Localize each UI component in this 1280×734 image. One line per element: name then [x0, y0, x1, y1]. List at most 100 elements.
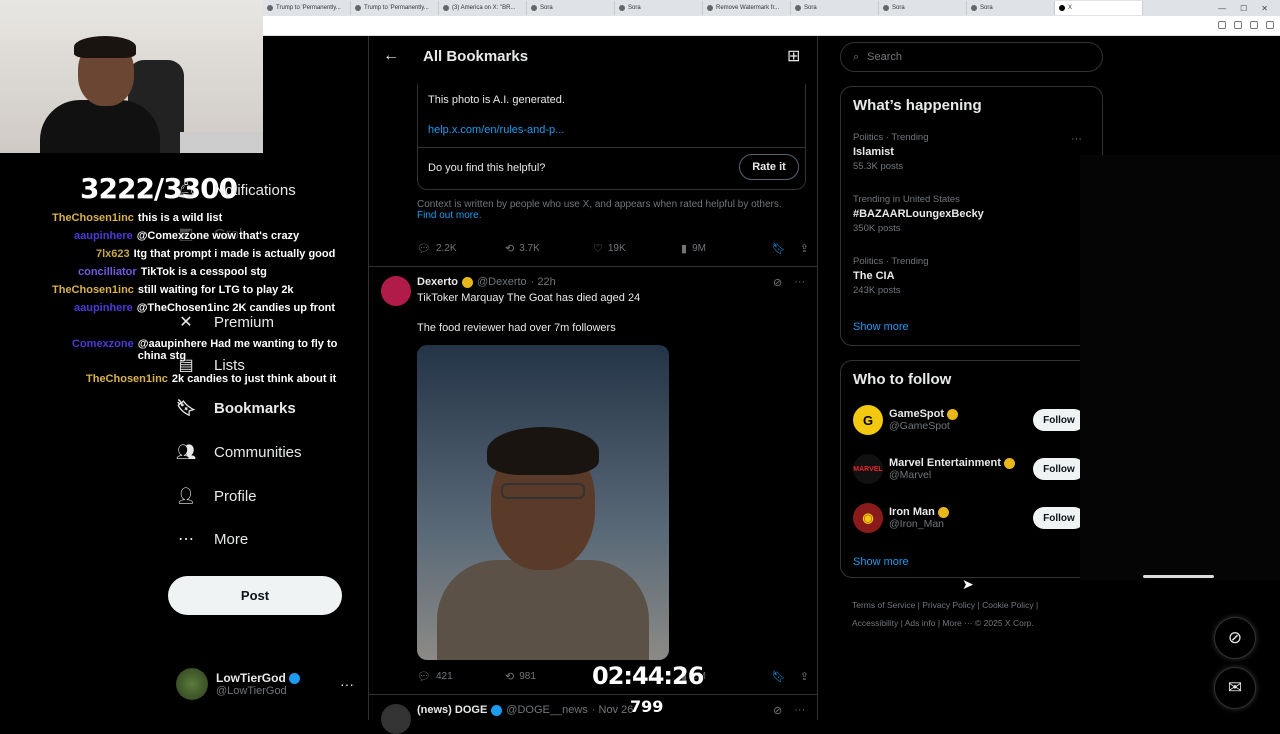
footer-link[interactable]: More ··· [942, 618, 972, 628]
trend-meta: Politics · Trending [853, 256, 929, 267]
panel-title: Who to follow [853, 371, 952, 388]
browser-tab[interactable]: Sora [615, 1, 703, 15]
nav-profile[interactable]: 👤︎ Profile [176, 486, 257, 506]
address-bar[interactable] [263, 16, 1280, 36]
post-button[interactable]: Post [168, 576, 342, 615]
chat-message: aaupinhere @Comexzone wow that's crazy [74, 230, 300, 242]
messages-floating-button[interactable]: ✉ [1214, 667, 1256, 709]
account-more-icon[interactable]: ··· [340, 676, 354, 692]
trend-count: 55.3K posts [853, 161, 904, 172]
follow-button[interactable]: Follow [1033, 458, 1085, 480]
show-more-link[interactable]: Show more [853, 556, 909, 568]
views-button[interactable]: ▮ 9M [681, 242, 769, 255]
nav-more[interactable]: ⋯ More [176, 529, 248, 549]
avatar[interactable] [381, 704, 411, 734]
new-folder-icon[interactable]: ⊞ [787, 46, 800, 66]
browser-tab-active[interactable]: X [1055, 1, 1143, 15]
tweet-header: Dexerto @Dexerto · 22h [417, 276, 556, 288]
tweet-time[interactable]: · 22h [531, 276, 556, 288]
context-text: Context is written by people who use X, … [417, 199, 782, 210]
grok-floating-button[interactable]: ⊘ [1214, 617, 1256, 659]
show-more-link[interactable]: Show more [853, 321, 909, 333]
browser-tab[interactable]: Remove Watermark fr... [703, 1, 791, 15]
close-icon[interactable]: ✕ [1261, 4, 1268, 13]
envelope-icon: ✉ [1227, 678, 1243, 697]
reply-button[interactable]: 💬︎ 421 [417, 670, 505, 683]
main-column: ← All Bookmarks ⊞ This photo is A.I. gen… [368, 36, 818, 734]
follow-name-row: Iron Man [889, 506, 949, 518]
follow-name: Iron Man [889, 506, 935, 518]
maximize-icon[interactable]: ☐ [1240, 4, 1247, 13]
footer-link[interactable]: Terms of Service [852, 600, 915, 610]
trend-count: 243K posts [853, 285, 901, 296]
note-link[interactable]: help.x.com/en/rules-and-p... [428, 124, 564, 136]
avatar[interactable] [381, 276, 411, 306]
trend-item[interactable]: Politics · Trending The CIA 243K posts [853, 256, 1093, 296]
extension-icon[interactable] [1218, 21, 1226, 29]
browser-tab[interactable]: Sora [527, 1, 615, 15]
repost-button[interactable]: ⟲ 3.7K [505, 242, 593, 255]
bookmark-star-icon[interactable] [1234, 21, 1242, 29]
x-logo-icon [1059, 5, 1065, 11]
browser-tab[interactable]: Trump to 'Permanently... [351, 1, 439, 15]
trend-item[interactable]: Trending in United States #BAZAARLoungex… [853, 194, 1093, 234]
tweet-author-handle[interactable]: @DOGE__news [506, 704, 587, 716]
back-arrow-icon[interactable]: ← [383, 47, 399, 65]
avatar [176, 668, 208, 700]
search-input[interactable] [867, 51, 1088, 63]
account-switcher[interactable]: LowTierGod @LowTierGod [176, 668, 301, 700]
more-options-icon[interactable]: ··· [794, 276, 805, 289]
share-icon[interactable]: ⇪ [800, 670, 809, 683]
share-icon[interactable]: ⇪ [800, 242, 809, 255]
tab-favicon-icon [707, 5, 713, 11]
bookmark-filled-icon[interactable]: 🔖︎ [772, 670, 786, 683]
nav-communities[interactable]: 👥︎ Communities [176, 442, 302, 462]
grok-explain-icon[interactable]: ⊘ [773, 276, 782, 289]
webcam-hair [74, 36, 136, 58]
footer-link[interactable]: Accessibility [852, 618, 898, 628]
footer-link[interactable]: Ads info [905, 618, 936, 628]
mouse-cursor-icon: ➤ [962, 576, 974, 592]
browser-tab[interactable]: Trump to 'Permanently... [263, 1, 351, 15]
follow-name-row: Marvel Entertainment [889, 457, 1015, 469]
tweet-author-handle[interactable]: @Dexerto [477, 276, 527, 288]
follow-button[interactable]: Follow [1033, 507, 1085, 529]
trend-more-icon[interactable]: ··· [1071, 133, 1082, 145]
reply-button[interactable]: 💬︎ 2.2K [417, 242, 505, 255]
repost-button[interactable]: ⟲ 981 [505, 670, 593, 683]
nav-notifications[interactable]: 🔔︎ Notifications [176, 180, 296, 200]
trend-name: The CIA [853, 270, 895, 282]
like-button[interactable]: ♡ 19K [593, 242, 681, 255]
browser-tab[interactable]: Sora [879, 1, 967, 15]
tweet-top-actions: ⊘ ··· [773, 704, 805, 717]
follow-button[interactable]: Follow [1033, 409, 1085, 431]
chart-icon: ▮ [681, 243, 688, 255]
rate-it-button[interactable]: Rate it [739, 154, 799, 180]
minimize-icon[interactable]: — [1218, 4, 1226, 13]
profile-icon[interactable] [1250, 21, 1258, 29]
trend-item[interactable]: Politics · Trending Islamist 55.3K posts [853, 132, 1093, 172]
menu-icon[interactable] [1266, 21, 1274, 29]
nav-premium[interactable]: ✕ Premium [176, 312, 274, 332]
footer-link[interactable]: Cookie Policy [982, 600, 1034, 610]
photo-shirt [437, 560, 649, 660]
browser-tab[interactable]: (3) America on X: "BR... [439, 1, 527, 15]
footer-link[interactable]: Privacy Policy [922, 600, 975, 610]
tweet-time[interactable]: · Nov 26 [592, 704, 634, 716]
browser-tab[interactable]: Sora [967, 1, 1055, 15]
more-options-icon[interactable]: ··· [794, 704, 805, 717]
follow-name-row: GameSpot [889, 408, 959, 420]
x-logo-icon: ✕ [179, 314, 193, 331]
tweet-author-name[interactable]: Dexerto [417, 276, 458, 288]
tweet-author-name[interactable]: (news) DOGE [417, 704, 487, 716]
grok-explain-icon[interactable]: ⊘ [773, 704, 782, 717]
find-out-more-link[interactable]: Find out more. [417, 210, 817, 221]
follow-info: Marvel Entertainment @Marvel [889, 457, 1015, 481]
verified-badge-icon [289, 673, 301, 685]
nav-bookmarks[interactable]: 🔖︎ Bookmarks [176, 398, 296, 418]
reply-icon: 💬︎ [417, 671, 431, 683]
bookmark-filled-icon[interactable]: 🔖︎ [772, 242, 786, 255]
tweet-photo[interactable] [417, 345, 669, 660]
browser-tab[interactable]: Sora [791, 1, 879, 15]
communities-icon: 👥︎ [175, 444, 197, 461]
